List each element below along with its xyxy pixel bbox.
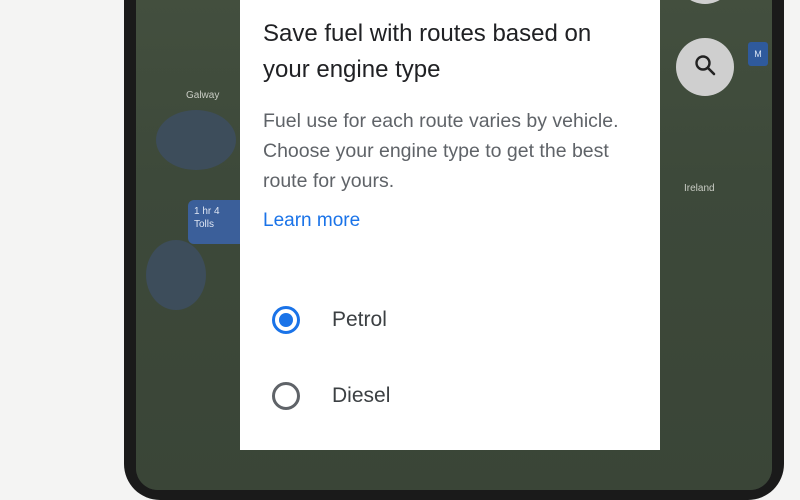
option-petrol[interactable]: Petrol xyxy=(272,306,387,334)
map-water xyxy=(146,240,206,310)
map-label-galway: Galway xyxy=(186,90,220,101)
route-tolls: Tolls xyxy=(194,218,215,230)
option-label: Diesel xyxy=(332,384,391,407)
dialog-title: Save fuel with routes based on your engi… xyxy=(263,20,592,83)
route-time: 1 hr 4 xyxy=(194,206,220,217)
dialog-description: Fuel use for each route varies by vehicl… xyxy=(263,110,619,192)
search-button[interactable] xyxy=(676,38,734,96)
map-label-ireland: Ireland xyxy=(684,183,715,194)
option-diesel[interactable]: Diesel xyxy=(272,382,390,410)
map-water xyxy=(156,110,236,170)
route-time-chip[interactable]: 1 hr 4 Tolls xyxy=(188,200,246,244)
search-icon xyxy=(693,53,717,82)
map-badge: M xyxy=(748,42,768,66)
option-label: Petrol xyxy=(332,308,387,331)
learn-more-link[interactable]: Learn more xyxy=(263,210,360,232)
engine-type-dialog: Save fuel with routes based on your engi… xyxy=(240,0,660,450)
radio-unchecked-icon[interactable] xyxy=(272,382,300,410)
radio-checked-icon[interactable] xyxy=(272,306,300,334)
